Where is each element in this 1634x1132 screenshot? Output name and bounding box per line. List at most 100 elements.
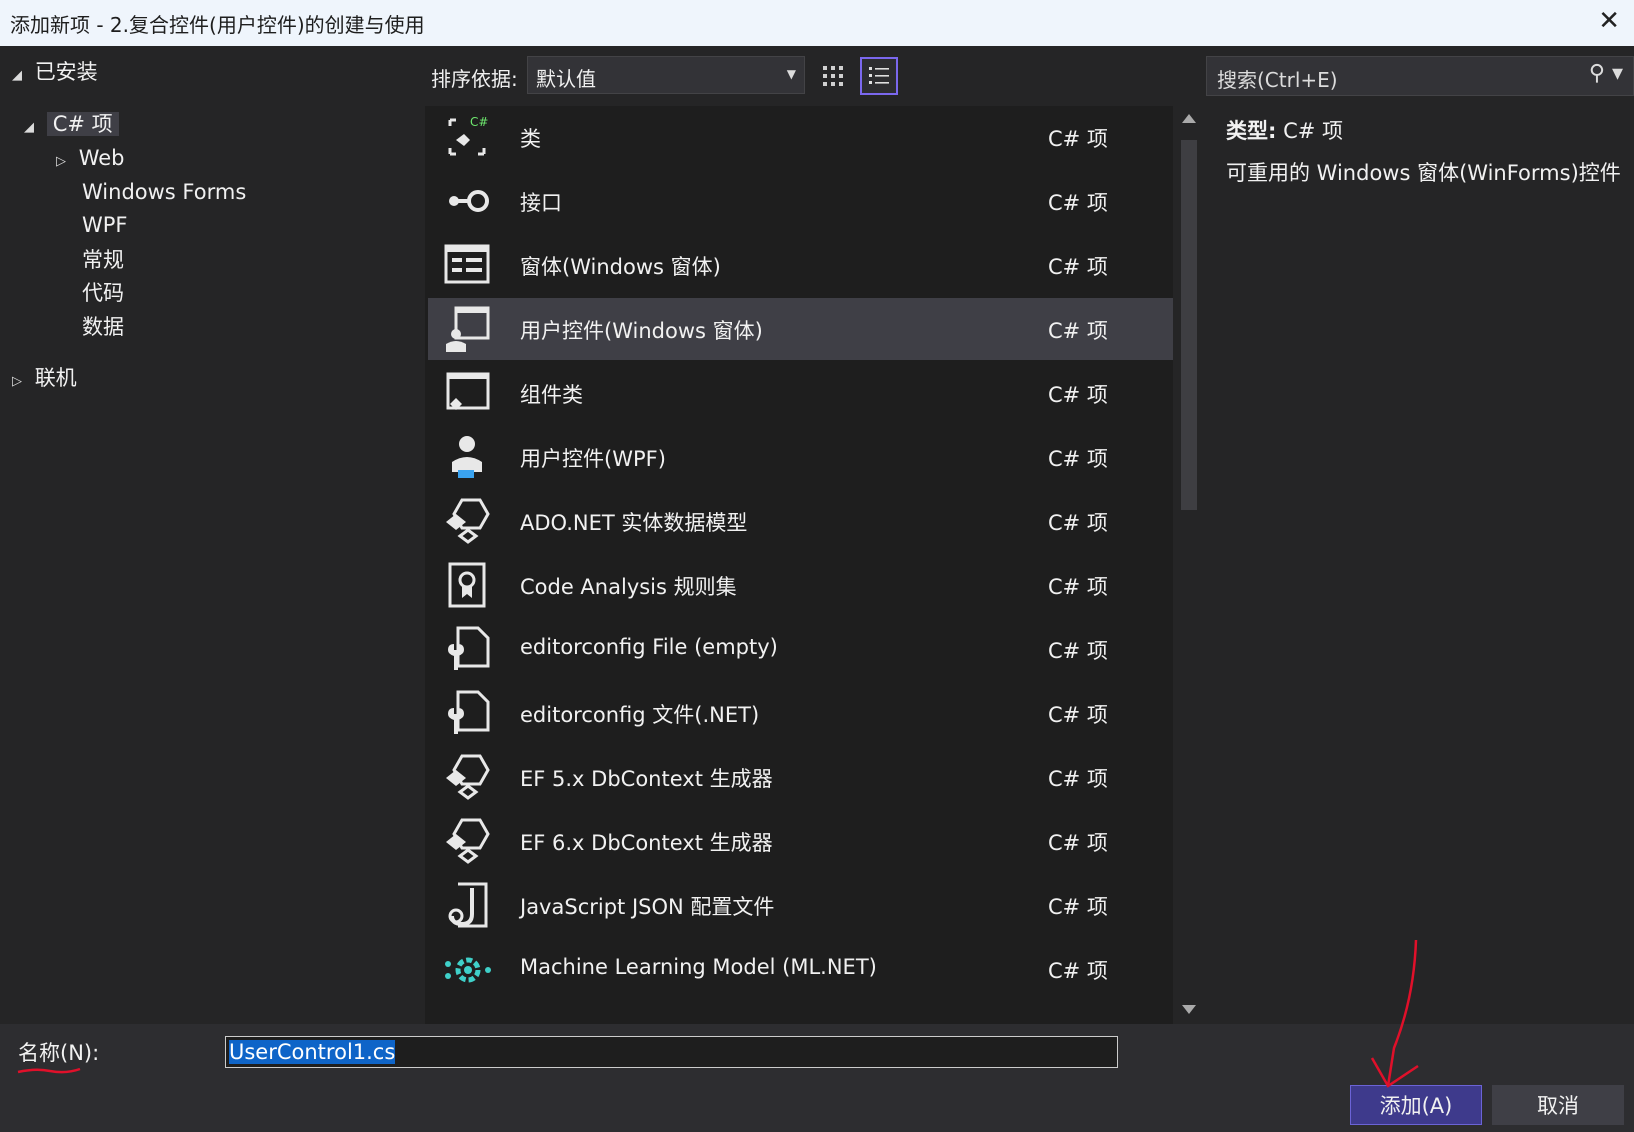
json-icon: [448, 882, 488, 928]
wpf-user-control-icon: [452, 436, 482, 478]
template-kind: C# 项: [1048, 895, 1108, 919]
name-field[interactable]: UserControl1.cs: [225, 1036, 1118, 1068]
tree-label-data: 数据: [82, 315, 124, 339]
dropdown-arrow-icon: ▼: [786, 67, 796, 81]
template-item-ado-entity-model[interactable]: ADO.NET 实体数据模型 C# 项: [428, 490, 1173, 552]
collapsed-arrow-icon: ▷: [56, 154, 66, 169]
cancel-button-label: 取消: [1537, 1094, 1579, 1118]
sort-value: 默认值: [536, 67, 596, 91]
detail-description: 可重用的 Windows 窗体(WinForms)控件: [1226, 161, 1621, 185]
template-list: C# 类 C# 项 接口 C# 项 窗体(Windows 窗体) C# 项 用户…: [425, 106, 1173, 1024]
template-kind: C# 项: [1048, 191, 1108, 215]
cancel-button[interactable]: 取消: [1492, 1085, 1624, 1125]
scroll-thumb[interactable]: [1181, 140, 1197, 510]
scroll-up-icon[interactable]: [1182, 114, 1196, 123]
template-name: EF 5.x DbContext 生成器: [520, 767, 773, 791]
template-name: 类: [520, 127, 541, 151]
template-kind: C# 项: [1048, 767, 1108, 791]
template-item-editorconfig-dotnet[interactable]: editorconfig 文件(.NET) C# 项: [428, 682, 1173, 744]
template-name: EF 6.x DbContext 生成器: [520, 831, 773, 855]
tree-node-online[interactable]: ▷ 联机: [12, 362, 77, 394]
tree-node-data[interactable]: 数据: [82, 311, 124, 343]
editorconfig-icon: [448, 690, 490, 734]
template-item-ml-model[interactable]: Machine Learning Model (ML.NET) C# 项: [428, 938, 1173, 1000]
grid-view-button[interactable]: [814, 57, 852, 95]
tree-node-code[interactable]: 代码: [82, 277, 124, 309]
template-item-editorconfig-empty[interactable]: editorconfig File (empty) C# 项: [428, 618, 1173, 680]
template-name: 组件类: [520, 383, 583, 407]
tree-label-wpf: WPF: [82, 213, 128, 237]
template-name: 用户控件(Windows 窗体): [520, 319, 763, 343]
tree-node-web[interactable]: ▷ Web: [56, 142, 124, 174]
template-item-class[interactable]: C# 类 C# 项: [428, 106, 1173, 168]
template-item-form[interactable]: 窗体(Windows 窗体) C# 项: [428, 234, 1173, 296]
template-kind: C# 项: [1048, 639, 1108, 663]
entity-model-icon: [446, 754, 490, 800]
template-item-json-config[interactable]: JavaScript JSON 配置文件 C# 项: [428, 874, 1173, 936]
template-kind: C# 项: [1048, 255, 1108, 279]
tree-label-general: 常规: [82, 248, 124, 272]
template-name: 接口: [520, 191, 562, 215]
template-name: editorconfig File (empty): [520, 635, 778, 659]
editorconfig-icon: [448, 626, 490, 670]
tree-node-wpf[interactable]: WPF: [82, 209, 128, 241]
search-input[interactable]: 搜索(Ctrl+E) ⚲ ▾: [1206, 56, 1634, 96]
tree-label-online: 联机: [34, 366, 77, 390]
template-name: Machine Learning Model (ML.NET): [520, 955, 877, 979]
tree-label-code: 代码: [82, 281, 124, 305]
template-item-wpf-user-control[interactable]: 用户控件(WPF) C# 项: [428, 426, 1173, 488]
sort-dropdown[interactable]: 默认值 ▼: [527, 56, 805, 94]
add-button-label: 添加(A): [1379, 1094, 1453, 1118]
add-button[interactable]: 添加(A): [1350, 1085, 1482, 1125]
tree-label-web: Web: [78, 146, 125, 170]
template-kind: C# 项: [1048, 319, 1108, 343]
sort-label: 排序依据:: [431, 67, 518, 91]
list-view-button[interactable]: [860, 57, 898, 95]
template-item-code-analysis-ruleset[interactable]: Code Analysis 规则集 C# 项: [428, 554, 1173, 616]
tree-node-csharp[interactable]: ◢ C# 项: [24, 108, 119, 140]
list-scrollbar[interactable]: [1173, 106, 1205, 1024]
entity-model-icon: [446, 818, 490, 864]
detail-type-row: 类型: C# 项: [1226, 115, 1626, 145]
template-name: 用户控件(WPF): [520, 447, 666, 471]
expanded-arrow-icon: ◢: [12, 68, 22, 83]
scroll-down-icon[interactable]: [1182, 1005, 1196, 1014]
template-name: editorconfig 文件(.NET): [520, 703, 760, 727]
title-bar: 添加新项 - 2.复合控件(用户控件)的创建与使用 ✕: [0, 0, 1634, 46]
detail-panel: 类型: C# 项 可重用的 Windows 窗体(WinForms)控件: [1226, 115, 1626, 187]
svg-text:C#: C#: [470, 115, 488, 129]
template-name: 窗体(Windows 窗体): [520, 255, 721, 279]
tree-node-installed[interactable]: ◢ 已安装: [12, 56, 98, 88]
name-field-value: UserControl1.cs: [229, 1040, 396, 1064]
collapsed-arrow-icon: ▷: [12, 374, 22, 389]
expanded-arrow-icon: ◢: [24, 120, 34, 135]
template-name: JavaScript JSON 配置文件: [520, 895, 775, 919]
tree-node-windows-forms[interactable]: Windows Forms: [82, 176, 246, 208]
template-item-ef5-dbcontext[interactable]: EF 5.x DbContext 生成器 C# 项: [428, 746, 1173, 808]
ml-model-icon: [445, 957, 491, 983]
template-kind: C# 项: [1048, 511, 1108, 535]
template-kind: C# 项: [1048, 959, 1108, 983]
template-item-interface[interactable]: 接口 C# 项: [428, 170, 1173, 232]
template-kind: C# 项: [1048, 703, 1108, 727]
tree-label-installed: 已安装: [34, 60, 98, 84]
template-item-user-control[interactable]: 用户控件(Windows 窗体) C# 项: [428, 298, 1173, 360]
template-name: ADO.NET 实体数据模型: [520, 511, 748, 535]
template-kind: C# 项: [1048, 575, 1108, 599]
grid-view-icon: [823, 66, 843, 86]
form-icon: [444, 244, 490, 284]
search-icon[interactable]: ⚲ ▾: [1589, 61, 1623, 86]
detail-type-value: C# 项: [1283, 119, 1344, 143]
tree-label-windows-forms: Windows Forms: [82, 180, 247, 204]
interface-icon: [449, 190, 489, 212]
component-class-icon: [446, 372, 490, 410]
class-icon: C#: [448, 115, 488, 156]
template-kind: C# 项: [1048, 831, 1108, 855]
template-item-ef6-dbcontext[interactable]: EF 6.x DbContext 生成器 C# 项: [428, 810, 1173, 872]
user-control-icon: [446, 306, 490, 352]
close-icon[interactable]: ✕: [1598, 6, 1620, 36]
template-kind: C# 项: [1048, 447, 1108, 471]
tree-node-general[interactable]: 常规: [82, 244, 124, 276]
search-placeholder: 搜索(Ctrl+E): [1217, 68, 1338, 92]
template-item-component-class[interactable]: 组件类 C# 项: [428, 362, 1173, 424]
